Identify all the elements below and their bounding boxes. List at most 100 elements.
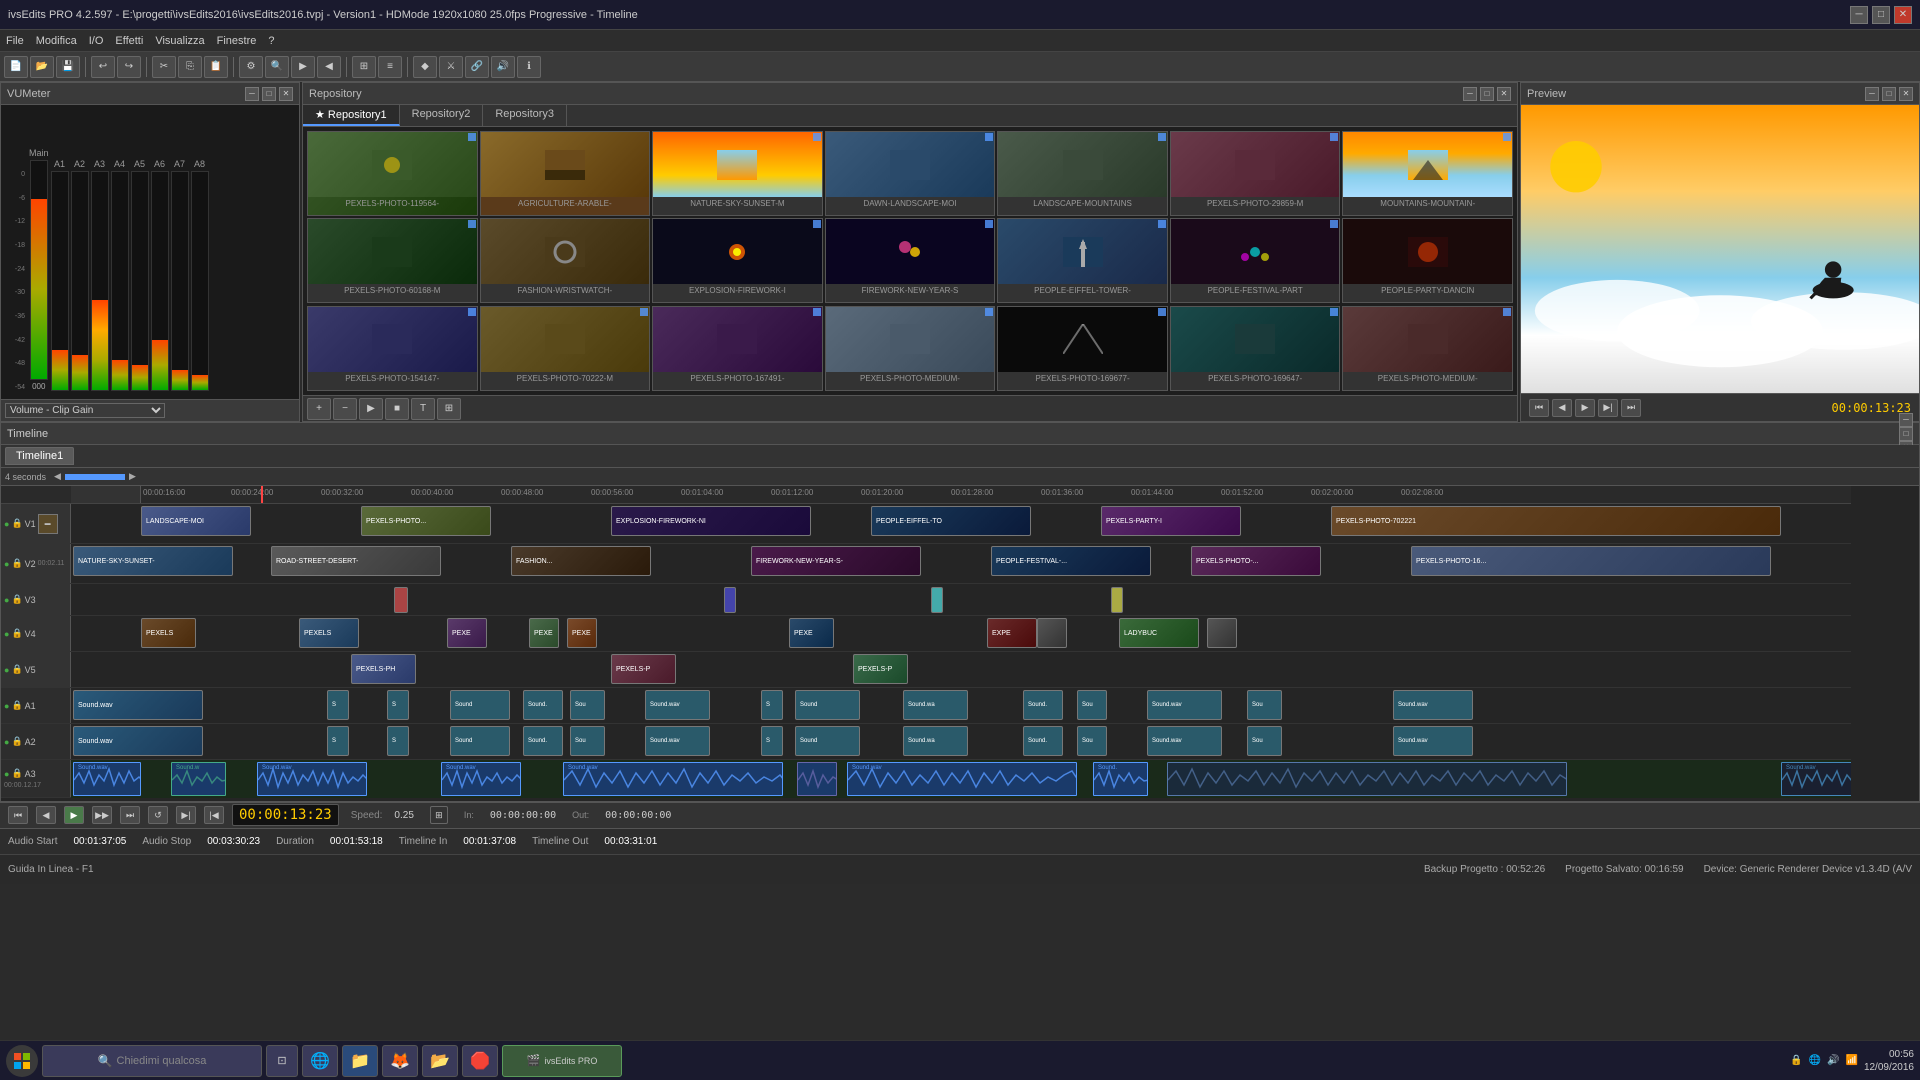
taskbar-ivs-app[interactable]: 🎬 ivsEdits PRO [502,1045,622,1077]
thumb-dawn[interactable]: DAWN-LANDSCAPE-MOI [825,131,996,216]
vumeter-maximize[interactable]: □ [262,87,276,101]
clip-v1-pexels70[interactable]: PEXELS-PHOTO-702221 [1331,506,1781,536]
preview-prev-frame[interactable]: ◀ [1552,399,1572,417]
thumb-nature-sky[interactable]: NATURE-SKY-SUNSET-M [652,131,823,216]
a3-waveform-3[interactable]: Sound.wav [257,762,367,796]
thumb-pexels-167491[interactable]: PEXELS-PHOTO-167491- [652,306,823,391]
tb-rewind-start[interactable]: ⏮ [8,806,28,824]
a3-waveform-6[interactable] [797,762,837,796]
a2-clip-14[interactable]: Sou [1247,726,1282,756]
thumb-pexels-169647[interactable]: PEXELS-PHOTO-169647- [1170,306,1341,391]
scale-right-icon[interactable]: ▶ [129,471,136,482]
close-button[interactable]: ✕ [1894,6,1912,24]
tb-mark-in[interactable]: ▶| [176,806,196,824]
track-v1-enable[interactable]: ● [4,519,9,529]
link-button[interactable]: 🔗 [465,56,489,78]
thumb-pexels-29859[interactable]: PEXELS-PHOTO-29859-M [1170,131,1341,216]
taskbar-app-explorer[interactable]: 📁 [342,1045,378,1077]
a2-clip-3[interactable]: S [387,726,409,756]
menu-help[interactable]: ? [268,35,274,47]
a1-clip-8[interactable]: S [761,690,783,720]
clip-v4-9[interactable]: LADYBUC [1119,618,1199,648]
info-button[interactable]: ℹ [517,56,541,78]
a3-waveform-9[interactable] [1167,762,1567,796]
repo-grid-button[interactable]: ⊞ [437,398,461,420]
a3-waveform-5[interactable]: Sound.wav [563,762,783,796]
thumb-pexels-60168[interactable]: PEXELS-PHOTO-60168-M [307,218,478,303]
thumb-pexels-medium-1[interactable]: PEXELS-PHOTO-MEDIUM- [825,306,996,391]
menu-file[interactable]: File [6,35,24,47]
new-project-button[interactable]: 📄 [4,56,28,78]
a3-waveform-2[interactable]: Sound.w [171,762,226,796]
thumb-agriculture[interactable]: AGRICULTURE-ARABLE- [480,131,651,216]
track-v2-enable[interactable]: ● [4,559,9,569]
clip-v3-3[interactable] [931,587,943,613]
search-bar[interactable]: 🔍 Chiedimi qualcosa [42,1045,262,1077]
task-view-button[interactable]: ⊡ [266,1045,298,1077]
maximize-button[interactable]: □ [1872,6,1890,24]
a2-clip-7[interactable]: Sound.wav [645,726,710,756]
a1-clip-12[interactable]: Sou [1077,690,1107,720]
clip-v2-firework[interactable]: FIREWORK-NEW-YEAR-S- [751,546,921,576]
clip-v1-explosion[interactable]: EXPLOSION-FIREWORK-NI [611,506,811,536]
tb-play-forward[interactable]: ▶▶ [92,806,112,824]
clip-v2-nature[interactable]: NATURE-SKY-SUNSET- [73,546,233,576]
a1-clip-14[interactable]: Sou [1247,690,1282,720]
clip-v4-5[interactable]: PEXE [567,618,597,648]
clip-v3-4[interactable] [1111,587,1123,613]
vu-mode-select[interactable]: Volume - Clip Gain [5,403,165,418]
preview-controls[interactable]: ─ □ ✕ [1865,87,1913,101]
track-v4-lock[interactable]: 🔒 [11,628,22,639]
thumb-festival[interactable]: PEOPLE-FESTIVAL-PART [1170,218,1341,303]
vu-dropdown[interactable]: Volume - Clip Gain [1,399,299,421]
track-v5-enable[interactable]: ● [4,665,9,675]
marker-button[interactable]: ◆ [413,56,437,78]
clip-v4-10[interactable] [1207,618,1237,648]
clip-v3-2[interactable] [724,587,736,613]
repo-close[interactable]: ✕ [1497,87,1511,101]
thumb-pexels-154147[interactable]: PEXELS-PHOTO-154147- [307,306,478,391]
a2-clip-2[interactable]: S [327,726,349,756]
a1-clip-15[interactable]: Sound.wav [1393,690,1473,720]
clip-v1-eiffel[interactable]: PEOPLE-EIFFEL-TO [871,506,1031,536]
clip-v5-2[interactable]: PEXELS-P [611,654,676,684]
repo-play-button[interactable]: ▶ [359,398,383,420]
open-button[interactable]: 📂 [30,56,54,78]
vumeter-minimize[interactable]: ─ [245,87,259,101]
a2-clip-4[interactable]: Sound [450,726,510,756]
a3-waveform-1[interactable]: Sound.wav [73,762,141,796]
clip-v4-8[interactable] [1037,618,1067,648]
thumb-mountains[interactable]: MOUNTAINS-MOUNTAIN- [1342,131,1513,216]
clip-v4-4[interactable]: PEXE [529,618,559,648]
repo-controls[interactable]: ─ □ ✕ [1463,87,1511,101]
a2-clip-5[interactable]: Sound. [523,726,563,756]
clip-v1-landscape[interactable]: LANDSCAPE-MOI [141,506,251,536]
a2-clip-11[interactable]: Sound. [1023,726,1063,756]
a2-clip-12[interactable]: Sou [1077,726,1107,756]
vumeter-close[interactable]: ✕ [279,87,293,101]
track-a3-lock[interactable]: 🔒 [11,768,22,779]
clip-v1-party[interactable]: PEXELS-PARTY-I [1101,506,1241,536]
tb-snap[interactable]: ⊞ [430,806,448,824]
menu-effetti[interactable]: Effetti [115,35,143,47]
a1-clip-6[interactable]: Sou [570,690,605,720]
thumb-firework[interactable]: FIREWORK-NEW-YEAR-S [825,218,996,303]
a1-clip-10[interactable]: Sound.wa [903,690,968,720]
track-a3-enable[interactable]: ● [4,769,9,779]
repo-remove-button[interactable]: − [333,398,357,420]
taskbar-app-red[interactable]: 🛑 [462,1045,498,1077]
clip-v1-pexels2[interactable]: PEXELS-PHOTO... [361,506,491,536]
a1-clip-3[interactable]: S [387,690,409,720]
thumb-explosion[interactable]: EXPLOSION-FIREWORK-I [652,218,823,303]
timeline-scroll[interactable]: 00:00:16:00 00:00:24:00 00:00:32:00 00:0… [1,486,1919,801]
clip-v4-3[interactable]: PEXE [447,618,487,648]
a2-clip-10[interactable]: Sound.wa [903,726,968,756]
tb-play-backward[interactable]: ◀ [36,806,56,824]
a3-waveform-10[interactable]: Sound.wav [1781,762,1851,796]
clip-v2-road[interactable]: ROAD-STREET-DESERT- [271,546,441,576]
menu-finestre[interactable]: Finestre [217,35,257,47]
scale-left-icon[interactable]: ◀ [54,471,61,482]
settings-button[interactable]: ⚙ [239,56,263,78]
track-v3-lock[interactable]: 🔒 [11,594,22,605]
a1-clip-11[interactable]: Sound. [1023,690,1063,720]
